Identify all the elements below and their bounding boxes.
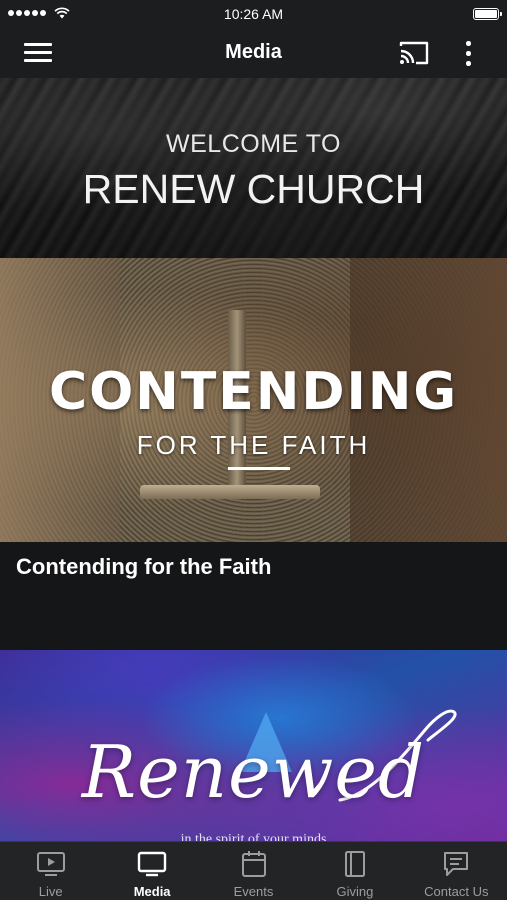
cast-icon[interactable] — [398, 40, 430, 66]
page-title: Media — [225, 41, 282, 63]
status-time: 10:26 AM — [223, 6, 284, 22]
status-bar: 10:26 AM — [0, 0, 507, 28]
nav-bar: Media — [0, 28, 507, 78]
tab-events[interactable]: Events — [203, 842, 304, 900]
artwork-divider — [228, 467, 290, 470]
tab-label: Giving — [336, 884, 374, 899]
church-name: RENEW CHURCH — [82, 166, 425, 212]
tab-media[interactable]: Media — [101, 842, 202, 900]
tv-icon — [137, 851, 167, 877]
tab-label: Media — [133, 884, 171, 899]
sword-guard-image — [140, 485, 320, 499]
media-title: Contending for the Faith — [16, 554, 272, 579]
welcome-banner[interactable]: WELCOME TO RENEW CHURCH — [0, 78, 507, 258]
tab-giving[interactable]: Giving — [304, 842, 405, 900]
tab-bar: Live Media Events Giving Contact Us — [0, 841, 507, 900]
tab-label: Events — [233, 884, 274, 899]
artwork-title-renewed: Renewed — [81, 730, 426, 814]
artwork-title: CONTENDING — [48, 362, 459, 422]
battery-icon — [473, 8, 502, 20]
tab-live[interactable]: Live — [0, 842, 101, 900]
message-icon — [444, 852, 469, 876]
tab-label: Contact Us — [424, 884, 489, 899]
book-icon — [344, 851, 365, 877]
play-screen-icon — [36, 852, 65, 876]
artwork-subtitle: FOR THE FAITH — [136, 430, 371, 460]
more-vertical-icon[interactable] — [458, 39, 478, 67]
tab-label: Live — [38, 884, 63, 899]
welcome-heading: WELCOME TO — [166, 130, 341, 158]
tab-contact-us[interactable]: Contact Us — [406, 842, 507, 900]
calendar-icon — [241, 851, 266, 877]
media-caption-panel[interactable]: Contending for the Faith — [0, 542, 507, 650]
